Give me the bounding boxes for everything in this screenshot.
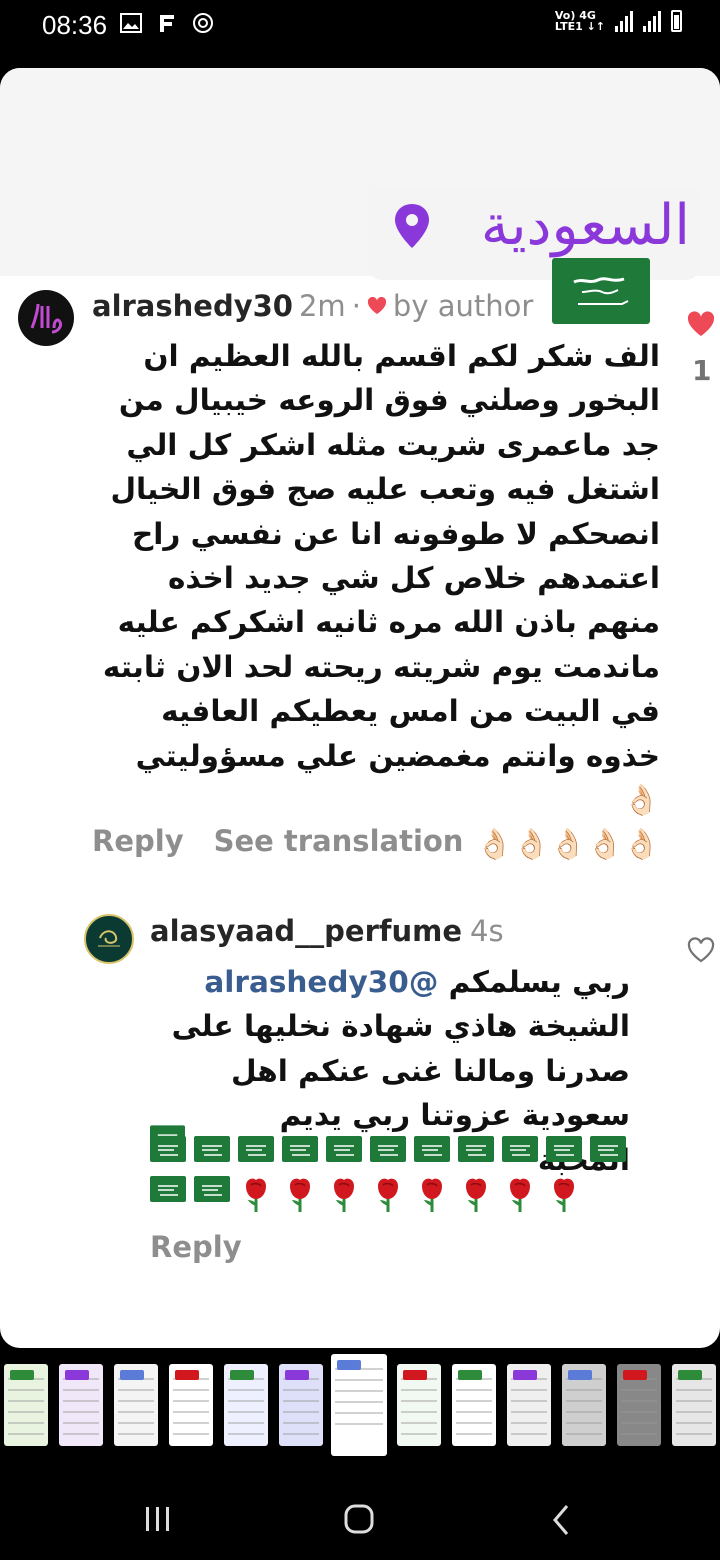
network-bottom-text: LTE1 ↓↑ [554, 20, 605, 33]
thumbnail[interactable] [279, 1364, 323, 1446]
notification-icons [120, 12, 214, 34]
reply-button[interactable]: Reply [92, 824, 184, 858]
saudi-flag-icon [194, 1176, 230, 1202]
saudi-flag-icon [458, 1136, 494, 1162]
comment-line: البخور وصلني فوق الروعه خيبيال من [118, 383, 660, 418]
thumbnail[interactable] [397, 1364, 441, 1446]
comment-header: alrashedy30 2m · by author [92, 286, 533, 326]
back-icon[interactable] [552, 1504, 570, 1536]
saudi-flag-icon [150, 1136, 186, 1162]
rose-icon [466, 1178, 486, 1212]
thumbnail-strip [0, 1354, 720, 1456]
saudi-flag-icon [414, 1136, 450, 1162]
rose-icon [422, 1178, 442, 1212]
liked-by-author: by author [392, 289, 534, 323]
reply-header: alasyaad__perfume 4s [150, 914, 504, 948]
thumbnail[interactable] [617, 1364, 661, 1446]
thumbnail[interactable] [331, 1354, 387, 1456]
roaming-signal-icon [643, 10, 661, 32]
target-icon [193, 13, 213, 33]
saudi-flag-icon [150, 1176, 186, 1202]
gallery-icon [120, 13, 142, 33]
avatar[interactable] [18, 290, 74, 346]
comment-line: ماندمت يوم شريته ريحته لحد الان ثابته [102, 649, 660, 684]
saudi-flag-icon [590, 1136, 626, 1162]
reply-button[interactable]: Reply [150, 1230, 242, 1264]
f-notification-icon [160, 15, 174, 32]
comment-line: انصحكم لا طوفونه انا عن نفسي راح [132, 516, 660, 551]
thumbnail[interactable] [452, 1364, 496, 1446]
saudi-flag-icon [326, 1136, 362, 1162]
reply-line: صدرنا ومالنا غنى عنكم اهل [230, 1053, 630, 1088]
thumbnail[interactable] [562, 1364, 606, 1446]
rose-icon [246, 1178, 266, 1212]
comment-line: الف شكر لكم اقسم بالله العظيم ان [143, 339, 660, 373]
see-translation-button[interactable]: See translation [214, 824, 464, 858]
comment-line: خذوه وانتم مغمضين علي مسؤوليتي 👌🏻 [135, 738, 660, 818]
reply-actions: Reply [150, 1230, 242, 1264]
reply-line: الشيخة هاذي شهادة نخليها على [171, 1009, 630, 1044]
thumbnail[interactable] [224, 1364, 268, 1446]
signal-icon [615, 10, 633, 32]
reply-first-line: ربي يسلمكم @alrashedy30 [150, 960, 630, 1004]
reply-username[interactable]: alasyaad__perfume [150, 914, 462, 948]
mention-link[interactable]: @alrashedy30 [204, 965, 438, 999]
rose-icon [510, 1178, 530, 1212]
saudi-flag-icon [238, 1136, 274, 1162]
rose-icon [290, 1178, 310, 1212]
saudi-flag-icon [370, 1136, 406, 1162]
rose-icon [334, 1178, 354, 1212]
comment-line: منهم باذن الله مره ثانيه اشكركم عليه [117, 605, 660, 640]
rose-icon [554, 1178, 574, 1212]
home-icon[interactable] [344, 1504, 374, 1534]
emoji-row-flags [150, 1136, 626, 1162]
like-count: 1 [692, 354, 712, 387]
navigation-bar [0, 1470, 720, 1560]
comment-username[interactable]: alrashedy30 [92, 289, 293, 323]
like-heart-outline-icon[interactable] [686, 936, 716, 964]
separator: · [351, 289, 361, 323]
emoji-row-flags-roses [150, 1176, 582, 1214]
location-pin-icon [395, 204, 429, 248]
saudi-flag-icon [546, 1136, 582, 1162]
thumbnail[interactable] [4, 1364, 48, 1446]
clock: 08:36 [42, 10, 108, 40]
avatar[interactable] [84, 914, 134, 964]
calligraphy-avatar-icon [19, 291, 73, 345]
rose-icon [378, 1178, 398, 1212]
saudi-flag-icon [194, 1136, 230, 1162]
reply-first-line-text: ربي يسلمكم [448, 965, 630, 999]
thumbnail[interactable] [114, 1364, 158, 1446]
recent-apps-icon[interactable] [144, 1506, 172, 1532]
comment-text: الف شكر لكم اقسم بالله العظيم ان البخور … [92, 334, 660, 867]
saudi-flag-icon [502, 1136, 538, 1162]
location-sticker-text: السعودية [480, 193, 690, 258]
battery-icon [671, 10, 682, 32]
comment-time: 2m [298, 289, 346, 323]
reply-time: 4s [470, 914, 504, 948]
comment-line: جد ماعمرى شريت مثله اشكر كل الي [126, 427, 660, 462]
comment-line: في البيت من امس يعطيكم العافيه [161, 694, 660, 729]
brand-logo-icon [98, 930, 120, 947]
thumbnail[interactable] [59, 1364, 103, 1446]
author-like-heart-icon [367, 297, 386, 314]
comment-line: اعتمدهم خلاص كل شي جديد اخذه [168, 561, 660, 596]
thumbnail[interactable] [672, 1364, 716, 1446]
saudi-flag-icon [282, 1136, 318, 1162]
comment-line: اشتغل فيه وتعب عليه صج فوق الخيال [110, 472, 660, 507]
like-heart-icon[interactable] [686, 310, 716, 338]
network-indicator: Vo) 4G LTE1 ↓↑ [555, 10, 605, 32]
thumbnail[interactable] [507, 1364, 551, 1446]
comment-actions: Reply See translation [92, 824, 463, 858]
status-right: Vo) 4G LTE1 ↓↑ [555, 10, 682, 32]
screenshot-viewer: السعودية alrashedy30 2m · by author الف … [0, 68, 720, 1348]
thumbnail[interactable] [169, 1364, 213, 1446]
saudi-flag-icon [552, 258, 650, 324]
status-bar: 08:36 Vo) 4G LTE1 ↓↑ [0, 0, 720, 52]
